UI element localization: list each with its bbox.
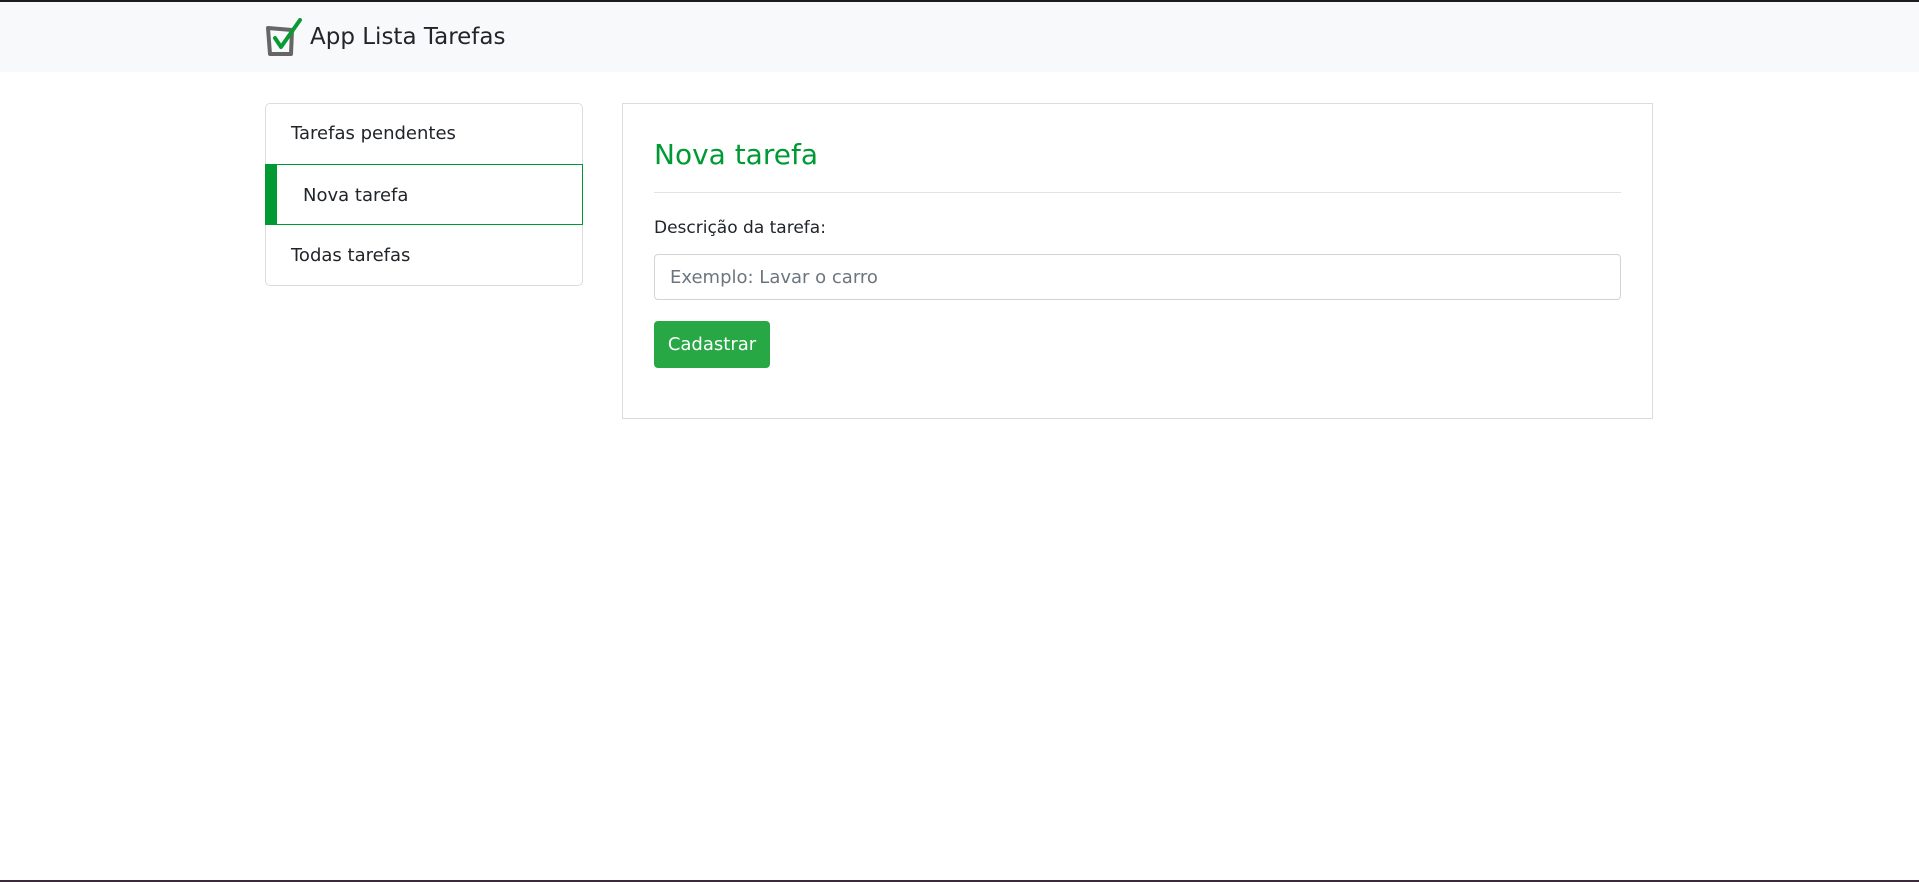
checkbox-check-icon — [266, 18, 302, 56]
cadastrar-button[interactable]: Cadastrar — [654, 321, 770, 368]
sidebar-item-nova-tarefa[interactable]: Nova tarefa — [265, 164, 583, 225]
navbar: App Lista Tarefas — [0, 2, 1919, 72]
sidebar-item-tarefas-pendentes[interactable]: Tarefas pendentes — [265, 103, 583, 164]
divider — [654, 192, 1621, 193]
new-task-card: Nova tarefa Descrição da tarefa: Cadastr… — [622, 103, 1653, 419]
task-description-input[interactable] — [654, 254, 1621, 300]
app-brand[interactable]: App Lista Tarefas — [310, 24, 505, 50]
task-description-label: Descrição da tarefa: — [654, 218, 826, 238]
sidebar-menu: Tarefas pendentes Nova tarefa Todas tare… — [265, 103, 583, 286]
sidebar-item-todas-tarefas[interactable]: Todas tarefas — [265, 225, 583, 286]
page-title: Nova tarefa — [654, 138, 818, 171]
